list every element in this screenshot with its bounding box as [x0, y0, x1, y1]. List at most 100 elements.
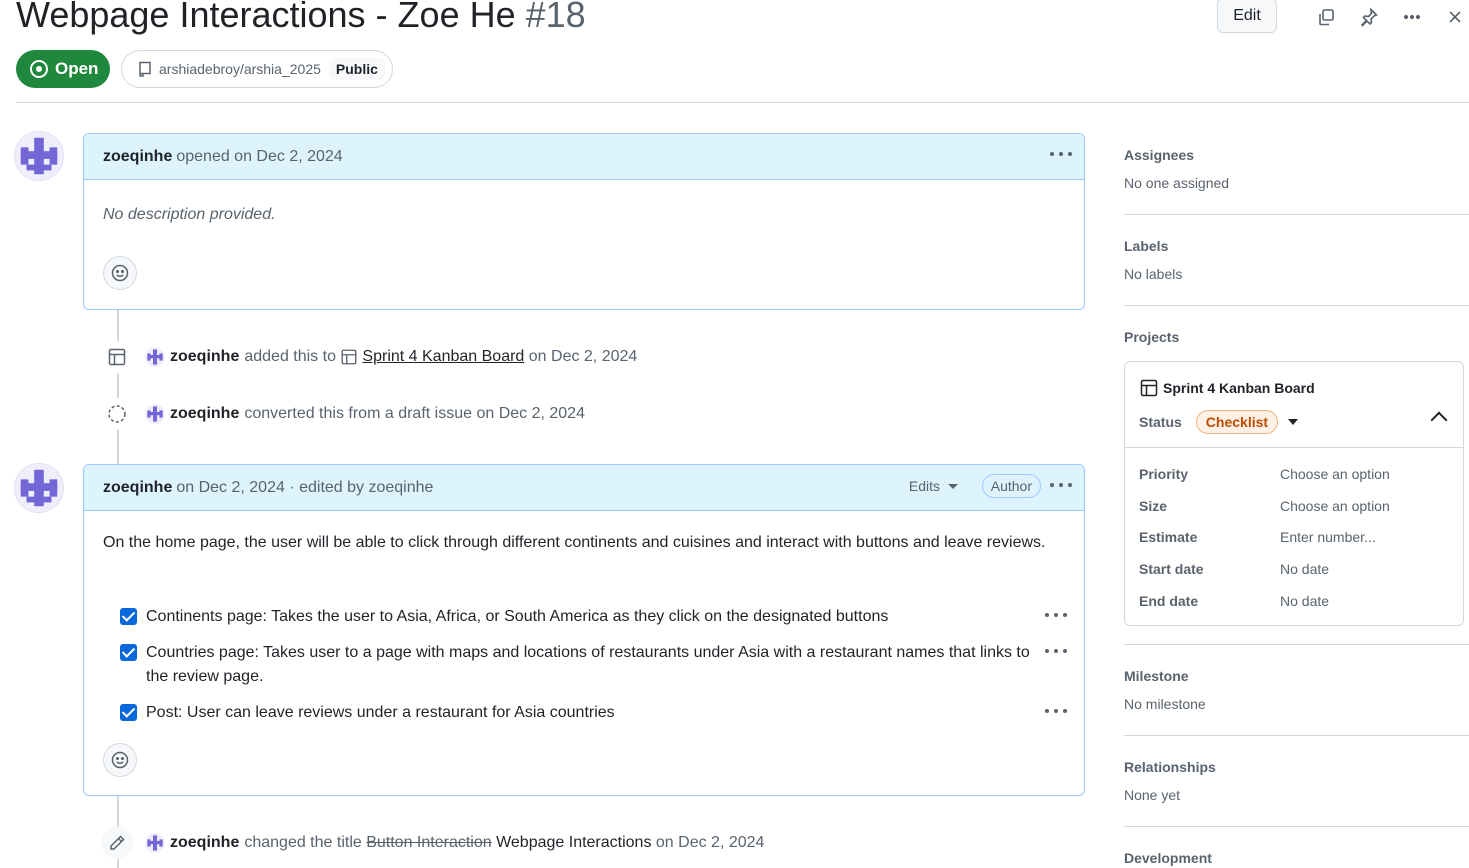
comment-author[interactable]: zoeqinhe — [103, 148, 172, 166]
old-title: Button Interaction — [366, 834, 492, 851]
state-label: Open — [55, 59, 99, 78]
task-checkbox[interactable] — [120, 644, 137, 661]
new-title: Webpage Interactions — [496, 834, 652, 851]
chevron-up-icon[interactable] — [1430, 411, 1448, 429]
projects-heading[interactable]: Projects — [1124, 329, 1469, 345]
field-key: Size — [1139, 498, 1168, 514]
kebab-icon[interactable] — [1398, 3, 1426, 31]
task-item: Continents page: Takes the user to Asia,… — [120, 605, 1050, 629]
repo-link[interactable]: arshiadebroy/arshia_2025 Public — [121, 50, 393, 88]
project-fields: Priority Choose an option Size Choose an… — [1125, 447, 1463, 609]
pin-icon[interactable] — [1355, 3, 1383, 31]
milestone-heading[interactable]: Milestone — [1124, 668, 1469, 684]
avatar[interactable] — [14, 463, 64, 513]
project-status-row: Status Checklist — [1139, 410, 1299, 434]
task-item: Countries page: Takes user to a page wit… — [120, 641, 1050, 689]
avatar[interactable] — [145, 404, 165, 424]
project-card: Sprint 4 Kanban Board Status Checklist P… — [1124, 361, 1464, 626]
edits-dropdown[interactable]: Edits — [909, 478, 958, 494]
task-options-icon[interactable] — [1045, 610, 1067, 620]
timeline-event-project-added: zoeqinhe added this to Sprint 4 Kanban B… — [101, 340, 637, 374]
event-actor[interactable]: zoeqinhe — [170, 348, 239, 366]
task-checkbox[interactable] — [120, 704, 137, 721]
comment-options-icon[interactable] — [1050, 475, 1072, 495]
timeline-event-converted: zoeqinhe converted this from a draft iss… — [101, 397, 585, 431]
event-action: changed the title — [244, 834, 362, 851]
field-value[interactable]: Enter number... — [1280, 529, 1376, 545]
development-section: Development — [1124, 850, 1469, 866]
field-value[interactable]: Choose an option — [1280, 498, 1390, 514]
divider — [1124, 305, 1469, 306]
divider — [1124, 214, 1469, 215]
table-icon — [341, 349, 357, 365]
task-text: Post: User can leave reviews under a res… — [146, 704, 615, 721]
draft-circle-icon — [101, 398, 133, 430]
timeline-line — [117, 309, 119, 466]
labels-heading[interactable]: Labels — [1124, 238, 1469, 254]
labels-section: Labels No labels — [1124, 238, 1469, 282]
task-item: Post: User can leave reviews under a res… — [120, 701, 1050, 725]
timeline-event-renamed: zoeqinhe changed the title Button Intera… — [101, 826, 764, 860]
relationships-section: Relationships None yet — [1124, 759, 1469, 803]
state-open-badge: Open — [16, 50, 110, 88]
milestone-section: Milestone No milestone — [1124, 668, 1469, 712]
assignees-value: No one assigned — [1124, 175, 1230, 191]
labels-value: No labels — [1124, 266, 1183, 282]
comment-meta: opened on Dec 2, 2024 — [176, 147, 343, 165]
assignees-section: Assignees No one assigned — [1124, 147, 1469, 191]
issue-header: Webpage Interactions - Zoe He #18 Edit O… — [16, 0, 1469, 103]
status-label: Status — [1139, 414, 1182, 430]
field-value[interactable]: Choose an option — [1280, 466, 1390, 482]
event-date: on Dec 2, 2024 — [655, 834, 765, 851]
comment-options-icon[interactable] — [1050, 144, 1072, 164]
task-text: Continents page: Takes the user to Asia,… — [146, 608, 889, 625]
projects-section: Projects — [1124, 329, 1469, 345]
repo-icon — [139, 61, 151, 77]
divider — [1124, 644, 1469, 645]
author-badge: Author — [981, 474, 1041, 498]
repo-name: arshiadebroy/arshia_2025 — [159, 61, 321, 77]
task-checkbox[interactable] — [120, 608, 137, 625]
field-key: Start date — [1139, 561, 1204, 577]
relationships-heading[interactable]: Relationships — [1124, 759, 1469, 775]
divider — [1124, 826, 1469, 827]
comment-header: zoeqinhe on Dec 2, 2024 · edited by zoeq… — [84, 465, 1084, 511]
event-date: on Dec 2, 2024 — [528, 348, 638, 365]
close-icon[interactable] — [1441, 3, 1469, 31]
issue-open-icon — [30, 60, 48, 78]
development-heading[interactable]: Development — [1124, 850, 1469, 866]
task-options-icon[interactable] — [1045, 646, 1067, 656]
event-actor[interactable]: zoeqinhe — [170, 405, 239, 423]
comment-header: zoeqinhe opened on Dec 2, 2024 — [84, 134, 1084, 180]
status-badge[interactable]: Checklist — [1195, 410, 1279, 434]
comment-body: No description provided. — [103, 206, 276, 223]
project-name-text: Sprint 4 Kanban Board — [1163, 380, 1315, 396]
copy-icon[interactable] — [1312, 3, 1340, 31]
smiley-icon[interactable] — [103, 256, 137, 290]
event-actor[interactable]: zoeqinhe — [170, 834, 239, 852]
chevron-down-icon[interactable] — [1288, 419, 1299, 425]
milestone-value: No milestone — [1124, 696, 1206, 712]
field-value[interactable]: No date — [1280, 593, 1329, 609]
issue-body-comment: zoeqinhe opened on Dec 2, 2024 No descri… — [83, 133, 1085, 310]
pencil-icon — [101, 827, 133, 859]
edit-button[interactable]: Edit — [1217, 0, 1277, 33]
project-link[interactable]: Sprint 4 Kanban Board — [362, 348, 524, 366]
field-key: Priority — [1139, 466, 1189, 482]
assignees-heading[interactable]: Assignees — [1124, 147, 1469, 163]
task-options-icon[interactable] — [1045, 706, 1067, 716]
divider — [1124, 735, 1469, 736]
comment-author[interactable]: zoeqinhe — [103, 479, 172, 497]
avatar[interactable] — [145, 347, 165, 367]
header-actions: Edit — [1217, 0, 1469, 33]
smiley-icon[interactable] — [103, 743, 137, 777]
task-text: Countries page: Takes user to a page wit… — [146, 644, 1030, 685]
field-value[interactable]: No date — [1280, 561, 1329, 577]
issue-title: Webpage Interactions - Zoe He #18 — [16, 0, 586, 36]
avatar[interactable] — [14, 131, 64, 181]
issue-title-text: Webpage Interactions - Zoe He — [16, 0, 516, 35]
relationships-value: None yet — [1124, 787, 1181, 803]
visibility-badge: Public — [328, 58, 385, 80]
project-name[interactable]: Sprint 4 Kanban Board — [1139, 378, 1315, 398]
avatar[interactable] — [145, 833, 165, 853]
